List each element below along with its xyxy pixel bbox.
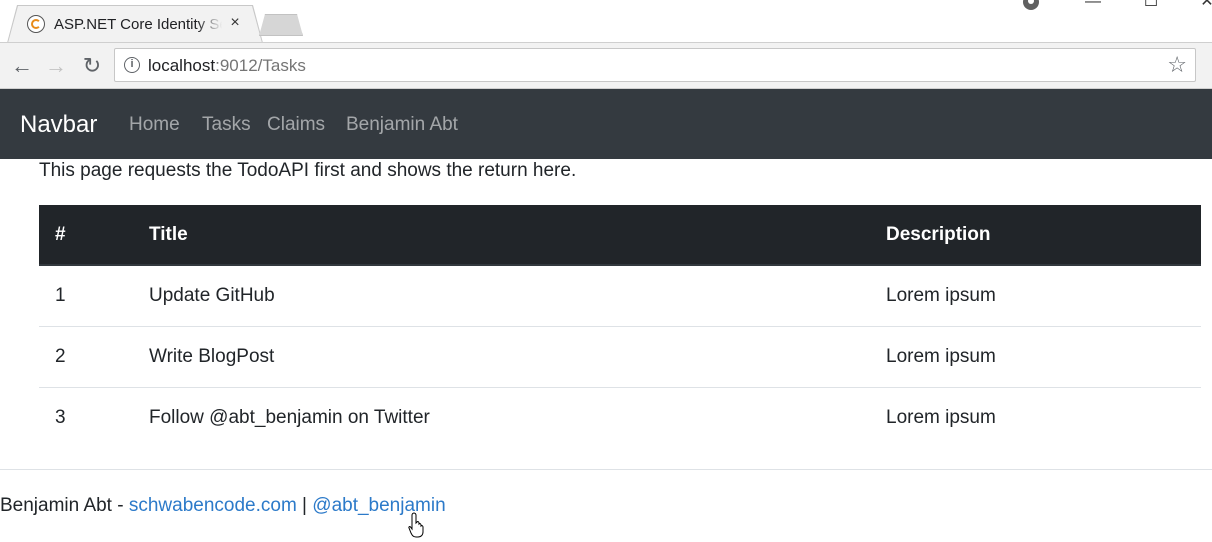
column-header-title: Title: [149, 205, 886, 266]
url-text[interactable]: localhost:9012/Tasks: [148, 56, 306, 76]
nav-link-home[interactable]: Home: [129, 114, 180, 136]
bookmark-star-icon[interactable]: ☆: [1167, 53, 1187, 77]
navbar-brand[interactable]: Navbar: [20, 111, 97, 139]
cell-title: Update GitHub: [149, 264, 886, 326]
url-path: :9012/Tasks: [215, 56, 306, 75]
table-row: 3 Follow @abt_benjamin on Twitter Lorem …: [39, 386, 1201, 448]
tab-strip: ASP.NET Core Identity Se × — ☐ ✕: [0, 0, 1212, 43]
column-header-description: Description: [886, 205, 1201, 266]
footer: Benjamin Abt - schwabencode.com | @abt_b…: [0, 495, 446, 517]
info-icon[interactable]: i: [124, 57, 140, 73]
tab-close-icon[interactable]: ×: [227, 15, 243, 31]
footer-link-website[interactable]: schwabencode.com: [129, 495, 297, 516]
cell-description: Lorem ipsum: [886, 386, 1201, 448]
tasks-table: # Title Description 1 Update GitHub Lore…: [39, 205, 1201, 448]
page-intro-text: This page requests the TodoAPI first and…: [39, 160, 577, 181]
site-navbar: Navbar Home Tasks Claims Benjamin Abt: [0, 89, 1212, 159]
forward-arrow-icon[interactable]: →: [43, 53, 69, 79]
cell-description: Lorem ipsum: [886, 325, 1201, 387]
table-header-row: # Title Description: [39, 205, 1201, 266]
nav-link-tasks[interactable]: Tasks: [202, 114, 251, 136]
column-header-number: #: [39, 205, 149, 266]
address-bar[interactable]: i localhost:9012/Tasks ☆: [114, 48, 1196, 82]
footer-separator: |: [296, 495, 313, 516]
cell-number: 1: [39, 264, 149, 326]
browser-toolbar: ← → ↻ i localhost:9012/Tasks ☆: [0, 43, 1212, 89]
back-arrow-icon[interactable]: ←: [9, 53, 35, 79]
cell-title: Write BlogPost: [149, 325, 886, 387]
cell-number: 2: [39, 325, 149, 387]
window-maximize-icon[interactable]: ☐: [1136, 0, 1166, 12]
reload-icon[interactable]: ↻: [79, 53, 105, 79]
table-row: 2 Write BlogPost Lorem ipsum: [39, 325, 1201, 387]
cell-description: Lorem ipsum: [886, 264, 1201, 326]
nav-link-user[interactable]: Benjamin Abt: [346, 114, 458, 136]
cell-number: 3: [39, 386, 149, 448]
hand-cursor-icon: [408, 512, 424, 538]
profile-icon[interactable]: [1023, 0, 1039, 10]
favicon-icon: [27, 15, 45, 33]
footer-divider: [0, 469, 1212, 470]
table-row: 1 Update GitHub Lorem ipsum: [39, 264, 1201, 326]
new-tab-button[interactable]: [259, 14, 303, 36]
cell-title: Follow @abt_benjamin on Twitter: [149, 386, 886, 448]
url-host: localhost: [148, 56, 216, 75]
window-close-icon[interactable]: ✕: [1192, 0, 1212, 12]
nav-link-claims[interactable]: Claims: [267, 114, 325, 136]
footer-author: Benjamin Abt -: [0, 495, 129, 516]
tab-title[interactable]: ASP.NET Core Identity Se: [54, 16, 222, 34]
window-minimize-icon[interactable]: —: [1078, 0, 1108, 12]
